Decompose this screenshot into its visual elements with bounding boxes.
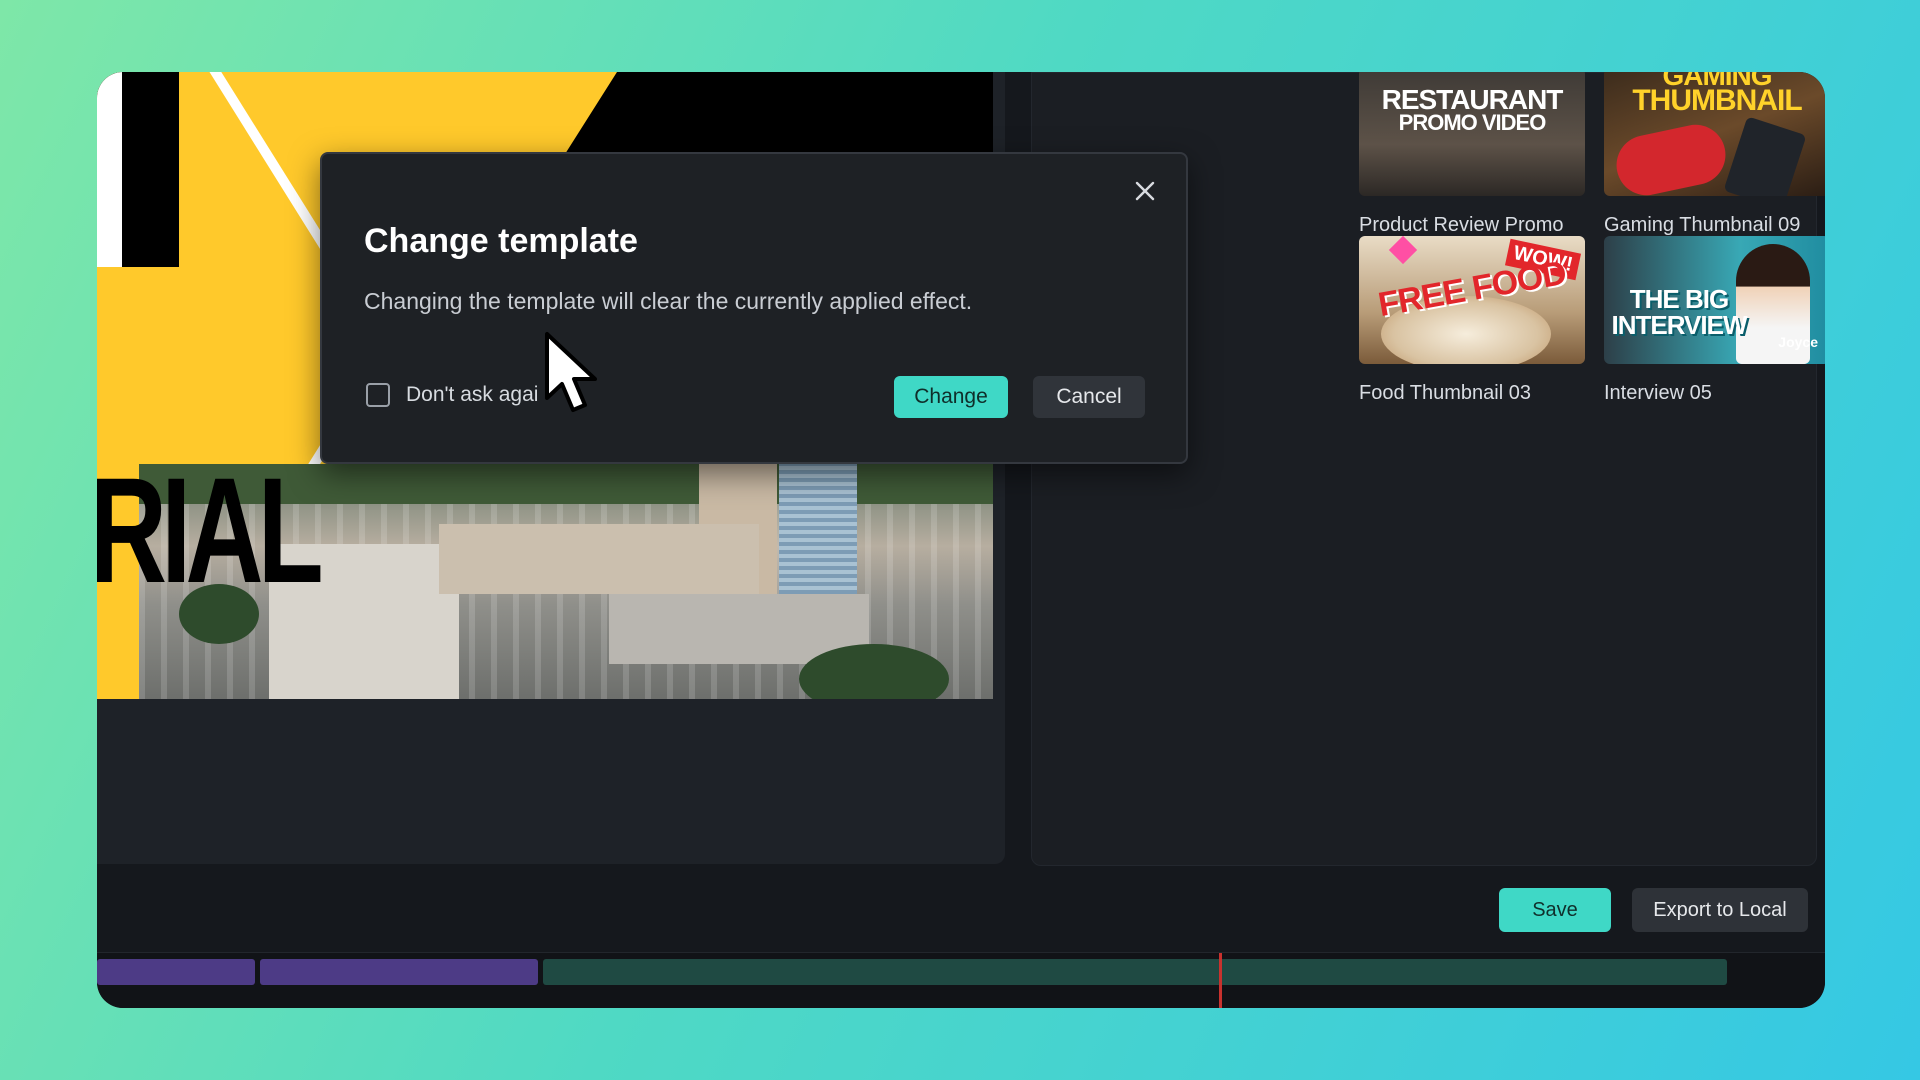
dialog-title: Change template	[364, 222, 638, 260]
template-label: Product Review Promo	[1359, 214, 1564, 236]
template-label: Food Thumbnail 03	[1359, 382, 1531, 404]
thumb-text: THUMBNAIL	[1632, 84, 1802, 117]
template-card-interview-05[interactable]: THE BIG INTERVIEW Joyce Interview 05	[1604, 236, 1825, 405]
timeline-clip[interactable]	[97, 959, 255, 985]
playhead[interactable]	[1219, 953, 1222, 1008]
thumb-tag: Joyce	[1778, 334, 1818, 350]
timeline-clip[interactable]	[543, 959, 1727, 985]
black-block	[97, 72, 179, 267]
mouse-cursor-icon	[545, 332, 597, 412]
export-to-local-button[interactable]: Export to Local	[1632, 888, 1808, 932]
template-thumbnail[interactable]: THE BIG INTERVIEW Joyce	[1604, 236, 1825, 364]
close-icon	[1135, 181, 1155, 201]
template-label: Gaming Thumbnail 09	[1604, 214, 1801, 236]
thumb-text: THE BIG INTERVIEW	[1611, 284, 1748, 340]
thumb-text: PROMO VIDEO	[1398, 110, 1547, 135]
timeline[interactable]	[97, 952, 1825, 1008]
template-thumbnail[interactable]: RESTAURANT PROMO VIDEO	[1359, 72, 1585, 196]
phone-graphic	[1723, 116, 1807, 196]
change-button[interactable]: Change	[894, 376, 1008, 418]
template-thumbnail[interactable]: WOW! FREE FOOD	[1359, 236, 1585, 364]
close-button[interactable]	[1128, 174, 1162, 208]
template-card-food-thumbnail-03[interactable]: WOW! FREE FOOD Food Thumbnail 03	[1359, 236, 1585, 405]
gamepad-graphic	[1610, 119, 1732, 196]
gem-icon	[1388, 236, 1418, 265]
template-card-gaming-thumbnail-09[interactable]: GAMING THUMBNAIL Gaming Thumbnail 09	[1604, 72, 1825, 237]
template-card-product-review-promo[interactable]: RESTAURANT PROMO VIDEO Product Review Pr…	[1359, 72, 1585, 237]
cancel-button[interactable]: Cancel	[1033, 376, 1145, 418]
dont-ask-again-checkbox[interactable]	[366, 383, 390, 407]
dont-ask-again-label: Don't ask agai	[406, 383, 539, 406]
template-label: Interview 05	[1604, 382, 1712, 404]
template-thumbnail[interactable]: GAMING THUMBNAIL	[1604, 72, 1825, 196]
dialog-message: Changing the template will clear the cur…	[364, 288, 973, 314]
save-button[interactable]: Save	[1499, 888, 1611, 932]
change-template-dialog: Change template Changing the template wi…	[320, 152, 1188, 464]
preview-title-text: RIAL	[97, 446, 324, 614]
yellow-graphic	[97, 624, 139, 699]
timeline-clip[interactable]	[260, 959, 538, 985]
dont-ask-again-row[interactable]: Don't ask agai	[366, 383, 538, 407]
